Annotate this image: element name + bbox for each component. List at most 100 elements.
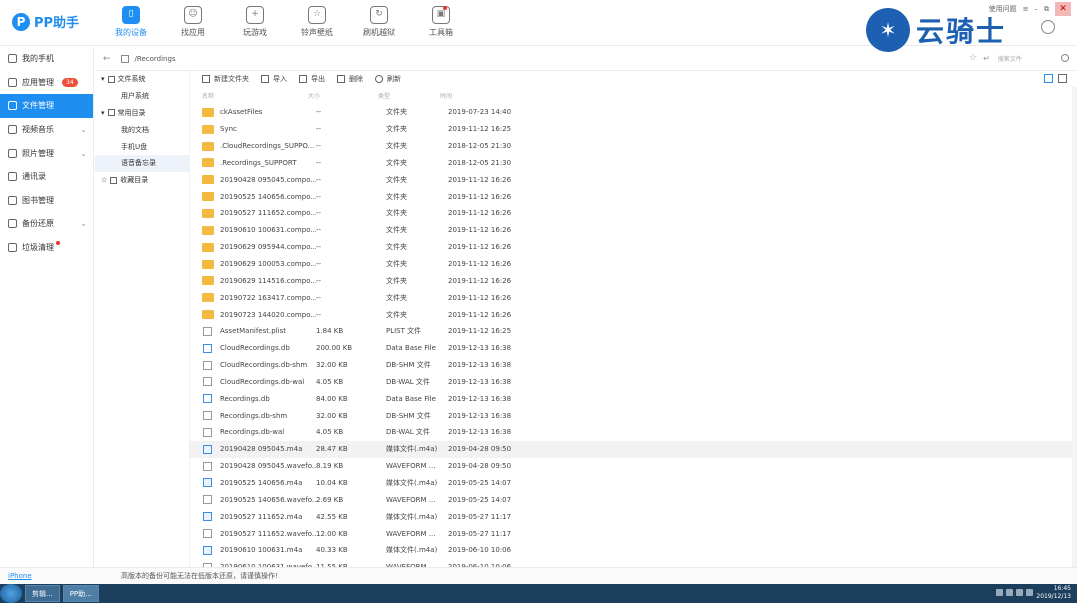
clock[interactable]: 16:45 2019/12/13 <box>1036 585 1071 601</box>
nav-tab-2[interactable]: + 玩游戏 <box>224 6 286 38</box>
list-view-icon[interactable] <box>1044 74 1053 83</box>
chevron-down-icon[interactable]: ⌄ <box>80 219 87 228</box>
sidebar-item-3[interactable]: 视频音乐 ⌄ <box>0 118 93 142</box>
home-icon[interactable] <box>120 54 129 63</box>
tray-volume-icon[interactable] <box>1016 589 1023 596</box>
nav-tab-0[interactable]: ▯ 我的设备 <box>100 6 162 38</box>
table-row[interactable]: Recordings.db 84.00 KB Data Base File 2019-… <box>190 390 1072 407</box>
chevron-down-icon[interactable]: ⌄ <box>80 125 87 134</box>
back-arrow-icon[interactable]: ← <box>103 54 111 64</box>
file-name: 20190629 114516.compo... <box>220 276 316 285</box>
sidebar-item-2[interactable]: 文件管理 <box>0 94 93 118</box>
folder-outline-icon <box>107 109 115 117</box>
taskbar-item-1[interactable]: 剪辑... <box>25 585 60 602</box>
sidebar-item-1[interactable]: 应用管理 34 <box>0 71 93 95</box>
table-row[interactable]: 20190629 100053.compo... -- 文件夹 2019-11-12 … <box>190 256 1072 273</box>
table-row[interactable]: 20190723 144020.compo... -- 文件夹 2019-11-12 … <box>190 306 1072 323</box>
tree-item-4[interactable]: 手机U盘 <box>95 138 189 155</box>
table-row[interactable]: 20190525 140656.compo... -- 文件夹 2019-11-12 … <box>190 188 1072 205</box>
menu-button[interactable]: ≡ <box>1023 5 1029 13</box>
tree-expand-icon[interactable]: ▾ <box>101 109 105 117</box>
grid-view-icon[interactable] <box>1058 74 1067 83</box>
delete-button[interactable]: 删除 <box>337 74 363 84</box>
table-row[interactable]: 20190527 111652.wavefo... 12.00 KB WAVEFOR… <box>190 525 1072 542</box>
export-button[interactable]: 导出 <box>299 74 325 84</box>
table-row[interactable]: AssetManifest.plist 1.84 KB PLIST 文件 2019-1… <box>190 323 1072 340</box>
table-row[interactable]: 20190722 163417.compo... -- 文件夹 2019-11-12 … <box>190 289 1072 306</box>
table-row[interactable]: CloudRecordings.db-shm 32.00 KB DB-SHM 文件 2… <box>190 357 1072 374</box>
taskbar-item-pp[interactable]: PP助... <box>62 585 99 602</box>
table-row[interactable]: 20190527 111652.compo... -- 文件夹 2019-11-12 … <box>190 205 1072 222</box>
table-row[interactable]: 20190527 111652.m4a 42.55 KB 媒体文件(.m4a) 201… <box>190 508 1072 525</box>
file-size: -- <box>316 175 322 184</box>
tree-item-0[interactable]: ▾ 文件系统 <box>95 71 189 88</box>
tree-item-1[interactable]: 用户系统 <box>95 88 189 105</box>
sidebar-item-8[interactable]: 垃圾清理 <box>0 236 93 260</box>
sidebar-item-5[interactable]: 通讯录 <box>0 165 93 189</box>
file-time: 2019-11-12 16:25 <box>448 327 512 336</box>
table-row[interactable]: 20190610 100631.compo... -- 文件夹 2019-11-12 … <box>190 222 1072 239</box>
table-row[interactable]: Recordings.db-shm 32.00 KB DB-SHM 文件 2019-1… <box>190 407 1072 424</box>
table-row[interactable]: 20190428 095045.m4a 28.47 KB 媒体文件(.m4a) 201… <box>190 440 1072 458</box>
smile-icon: ☺ <box>184 6 202 24</box>
import-button[interactable]: 导入 <box>261 74 287 84</box>
table-row[interactable]: Sync -- 文件夹 2019-11-12 16:25 <box>190 121 1072 138</box>
new-folder-button[interactable]: 新建文件夹 <box>202 74 249 84</box>
table-row[interactable]: .Recordings_SUPPORT -- 文件夹 2018-12-05 21:30 <box>190 155 1072 172</box>
col-name[interactable]: 名称 <box>190 91 308 100</box>
sidebar: 我的手机 应用管理 34 文件管理 视频音乐 ⌄ 照片管理 ⌄ 通讯录 图书管理 备份还原 ⌄ 垃圾清理 <box>0 47 94 567</box>
sidebar-item-6[interactable]: 图书管理 <box>0 189 93 213</box>
nav-tab-3[interactable]: ☆ 铃声壁纸 <box>286 6 348 38</box>
tree-item-6[interactable]: ☆ 收藏目录 <box>95 172 189 189</box>
table-row[interactable]: 20190525 140656.m4a 10.04 KB 媒体文件(.m4a) 201… <box>190 475 1072 492</box>
table-row[interactable]: .CloudRecordings_SUPPO... -- 文件夹 2018-12-05… <box>190 138 1072 155</box>
tray-flag-icon[interactable] <box>1026 589 1033 596</box>
table-row[interactable]: 20190629 114516.compo... -- 文件夹 2019-11-12 … <box>190 272 1072 289</box>
tree-item-2[interactable]: ▾ 常用目录 <box>95 105 189 122</box>
col-size[interactable]: 大小 <box>308 91 378 100</box>
search-input[interactable]: 搜索文件 <box>998 54 1061 63</box>
close-button[interactable]: ✕ <box>1055 2 1071 16</box>
chevron-down-icon[interactable]: ⌄ <box>80 149 87 158</box>
device-link[interactable]: iPhone <box>8 572 121 580</box>
nav-tab-1[interactable]: ☺ 找应用 <box>162 6 224 38</box>
start-button[interactable] <box>0 584 22 603</box>
table-row[interactable]: 20190428 095045.wavefo... 8.19 KB WAVEFORM… <box>190 458 1072 475</box>
enter-icon[interactable]: ↵ <box>983 54 990 63</box>
refresh-button[interactable]: 刷新 <box>375 74 401 84</box>
help-circle-icon[interactable] <box>1041 20 1055 34</box>
tray-network-icon[interactable] <box>1006 589 1013 596</box>
sidebar-item-0[interactable]: 我的手机 <box>0 47 93 71</box>
table-row[interactable]: ckAssetFiles -- 文件夹 2019-07-23 14:40 <box>190 104 1072 121</box>
tray-keyboard-icon[interactable] <box>996 589 1003 596</box>
search-icon[interactable] <box>1061 54 1069 62</box>
table-row[interactable]: 20190610 100631.m4a 40.33 KB 媒体文件(.m4a) 201… <box>190 542 1072 559</box>
sidebar-item-4[interactable]: 照片管理 ⌄ <box>0 141 93 165</box>
scrollbar[interactable] <box>1072 87 1077 567</box>
table-row[interactable]: CloudRecordings.db-wal 4.05 KB DB-WAL 文件 20… <box>190 374 1072 391</box>
file-name: CloudRecordings.db-shm <box>220 361 308 370</box>
table-row[interactable]: Recordings.db-wal 4.05 KB DB-WAL 文件 2019-12… <box>190 424 1072 441</box>
table-row[interactable]: 20190629 095944.compo... -- 文件夹 2019-11-12 … <box>190 239 1072 256</box>
restore-button[interactable]: ⧉ <box>1044 5 1049 14</box>
status-message: 高版本的备份可能无法在低版本还原，请谨慎操作! <box>121 572 278 580</box>
col-type[interactable]: 类型 <box>378 91 440 100</box>
nav-tab-5[interactable]: ▣ 工具箱 <box>410 6 472 38</box>
table-row[interactable]: 20190525 140656.wavefo... 2.69 KB WAVEFORM… <box>190 491 1072 508</box>
nav-tab-4[interactable]: ↻ 刷机越狱 <box>348 6 410 38</box>
tree-expand-icon[interactable]: ☆ <box>101 176 107 184</box>
star-icon: ☆ <box>308 6 326 24</box>
table-row[interactable]: CloudRecordings.db 200.00 KB Data Base Fil… <box>190 340 1072 357</box>
sidebar-item-7[interactable]: 备份还原 ⌄ <box>0 212 93 236</box>
file-list: ckAssetFiles -- 文件夹 2019-07-23 14:40 Sync -- 文… <box>190 104 1072 567</box>
table-row[interactable]: 20190610 100631.wavefo...11.55 KBWAVEFOR… <box>190 559 1072 567</box>
file-size: -- <box>316 293 322 302</box>
minimize-button[interactable]: – <box>1035 5 1039 13</box>
favorite-star-icon[interactable]: ☆ <box>969 53 977 63</box>
file-type: 媒体文件(.m4a) <box>386 512 438 521</box>
col-time[interactable]: 时间 <box>440 91 560 100</box>
table-row[interactable]: 20190428 095045.compo... -- 文件夹 2019-11-12 … <box>190 171 1072 188</box>
tree-expand-icon[interactable]: ▾ <box>101 75 105 83</box>
tree-item-3[interactable]: 我的文档 <box>95 121 189 138</box>
tree-item-5[interactable]: 语音备忘录 <box>95 154 189 172</box>
